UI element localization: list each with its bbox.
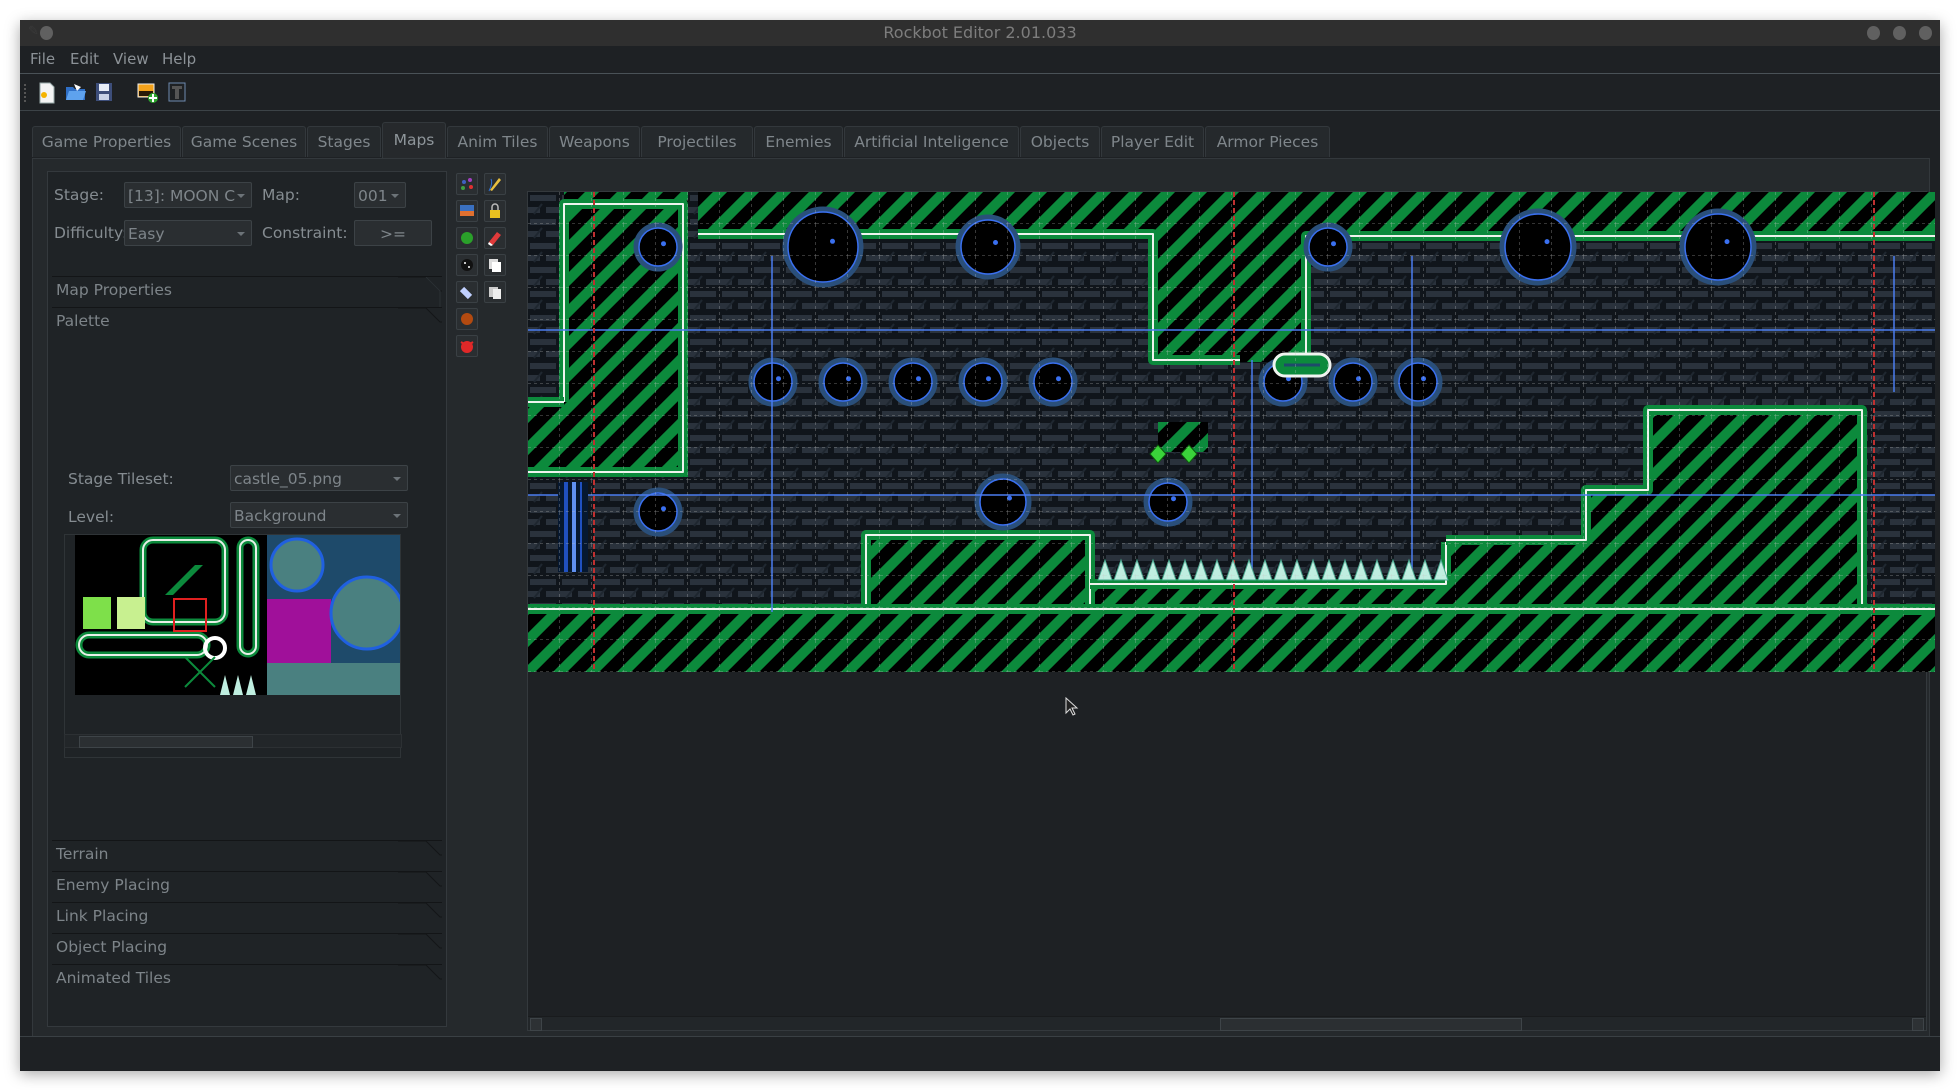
section-animated-tiles-label: Animated Tiles <box>56 969 171 987</box>
tab-armor-pieces[interactable]: Armor Pieces <box>1205 126 1330 157</box>
map-canvas-area <box>527 191 1935 1031</box>
toolbar-grip[interactable] <box>24 84 29 102</box>
stage-label: Stage: <box>54 186 105 204</box>
menu-bar: File Edit View Help <box>20 46 1940 74</box>
link-icon[interactable] <box>456 281 478 303</box>
map-label: Map: <box>262 186 300 204</box>
tab-objects[interactable]: Objects <box>1020 126 1100 157</box>
stage-select[interactable]: [13]: MOON C <box>124 182 252 208</box>
tile-grid <box>528 192 1935 672</box>
scroll-left-button[interactable] <box>530 1018 542 1031</box>
map-select-value: 001 <box>358 187 388 205</box>
level-label: Level: <box>68 508 115 526</box>
app-window: ✎ Rockbot Editor 2.01.033 File Edit View… <box>20 20 1940 1071</box>
section-terrain[interactable]: Terrain <box>52 840 442 872</box>
eraser-icon[interactable] <box>484 227 506 249</box>
tab-stages[interactable]: Stages <box>307 126 381 157</box>
stage-select-value: [13]: MOON C <box>128 187 236 205</box>
add-image-icon[interactable] <box>137 82 158 103</box>
green-enemy-icon[interactable] <box>456 227 478 249</box>
tab-weapons[interactable]: Weapons <box>549 126 640 157</box>
pencil-icon[interactable] <box>484 173 506 195</box>
difficulty-label: Difficulty: <box>54 224 128 242</box>
stage-tileset-select[interactable]: castle_05.png <box>230 465 408 491</box>
tab-player-edit[interactable]: Player Edit <box>1101 126 1204 157</box>
chevron-down-icon <box>393 477 401 481</box>
section-map-properties-label: Map Properties <box>56 281 172 299</box>
map-canvas[interactable] <box>528 192 1935 672</box>
section-palette[interactable]: Palette <box>52 307 442 339</box>
title-bar: ✎ Rockbot Editor 2.01.033 <box>20 20 1940 46</box>
minimize-button[interactable] <box>1867 26 1880 40</box>
lock-icon[interactable] <box>484 200 506 222</box>
tab-artificial-inteligence[interactable]: Artificial Inteligence <box>844 126 1019 157</box>
save-icon[interactable] <box>95 82 115 102</box>
section-animated-tiles[interactable]: Animated Tiles <box>52 964 442 996</box>
section-palette-label: Palette <box>56 312 110 330</box>
palette-icon[interactable] <box>456 173 478 195</box>
chevron-down-icon <box>393 514 401 518</box>
section-link-placing-label: Link Placing <box>56 907 149 925</box>
tab-maps[interactable]: Maps <box>382 122 446 159</box>
dark-object-icon[interactable] <box>456 254 478 276</box>
status-bar <box>20 1036 1940 1071</box>
section-map-properties[interactable]: Map Properties <box>52 276 442 308</box>
menu-edit[interactable]: Edit <box>70 50 99 68</box>
toolbar <box>20 74 1940 111</box>
maximize-button[interactable] <box>1893 26 1906 40</box>
menu-help[interactable]: Help <box>162 50 196 68</box>
section-enemy-placing-label: Enemy Placing <box>56 876 170 894</box>
text-tool-icon[interactable] <box>168 82 188 102</box>
window-title: Rockbot Editor 2.01.033 <box>883 23 1077 42</box>
new-file-icon[interactable] <box>37 82 57 104</box>
palette-hscrollbar[interactable] <box>64 734 402 748</box>
chevron-down-icon <box>237 232 245 236</box>
level-select-value: Background <box>234 507 327 525</box>
tab-game-scenes[interactable]: Game Scenes <box>182 126 306 157</box>
stage-tileset-label: Stage Tileset: <box>68 470 174 488</box>
open-folder-icon[interactable] <box>65 82 86 102</box>
map-hscrollbar[interactable] <box>528 1016 1926 1031</box>
red-enemy-icon[interactable] <box>456 335 478 357</box>
stage-tileset-value: castle_05.png <box>234 470 342 488</box>
tab-projectiles[interactable]: Projectiles <box>641 126 753 157</box>
brown-enemy-icon[interactable] <box>456 308 478 330</box>
difficulty-select-value: Easy <box>128 225 165 243</box>
tileset-image[interactable] <box>65 535 405 757</box>
paste-icon[interactable] <box>484 281 506 303</box>
tab-enemies[interactable]: Enemies <box>754 126 843 157</box>
menu-file[interactable]: File <box>30 50 55 68</box>
map-select[interactable]: 001 <box>354 182 406 208</box>
background-image-icon[interactable] <box>456 200 478 222</box>
section-link-placing[interactable]: Link Placing <box>52 902 442 934</box>
section-enemy-placing[interactable]: Enemy Placing <box>52 871 442 903</box>
map-settings-panel: Stage: [13]: MOON C Map: 001 Difficulty:… <box>47 171 447 1027</box>
mouse-cursor-icon <box>1065 697 1079 716</box>
section-terrain-label: Terrain <box>56 845 109 863</box>
chevron-down-icon <box>237 194 245 198</box>
maps-tab-pane: Stage: [13]: MOON C Map: 001 Difficulty:… <box>32 158 1935 1056</box>
chevron-down-icon <box>391 194 399 198</box>
menu-view[interactable]: View <box>113 50 149 68</box>
map-scroll-thumb[interactable] <box>1220 1018 1522 1031</box>
tab-game-properties[interactable]: Game Properties <box>32 126 181 157</box>
palette-scroll-thumb[interactable] <box>79 736 253 748</box>
constraint-label: Constraint: <box>262 224 348 242</box>
section-object-placing-label: Object Placing <box>56 938 168 956</box>
section-object-placing[interactable]: Object Placing <box>52 933 442 965</box>
level-select[interactable]: Background <box>230 502 408 528</box>
close-button[interactable] <box>1919 26 1932 40</box>
difficulty-select[interactable]: Easy <box>124 220 252 246</box>
tileset-palette[interactable] <box>64 534 405 758</box>
tab-anim-tiles[interactable]: Anim Tiles <box>447 126 548 157</box>
copy-icon[interactable] <box>484 254 506 276</box>
constraint-button[interactable]: >= <box>354 220 432 246</box>
scroll-right-button[interactable] <box>1912 1018 1924 1031</box>
